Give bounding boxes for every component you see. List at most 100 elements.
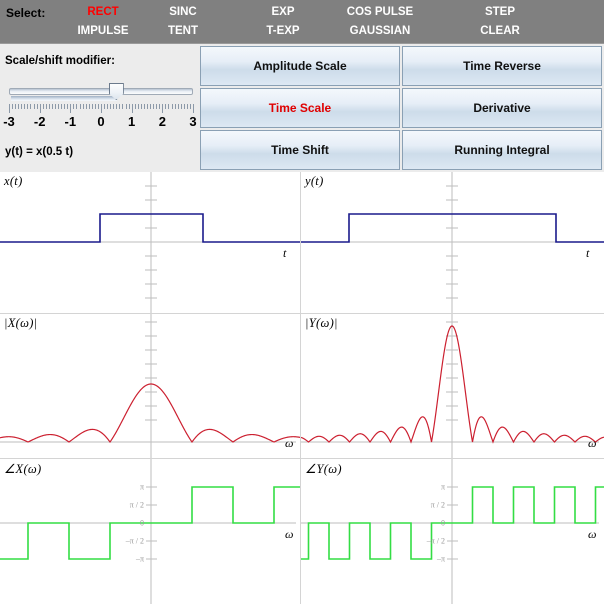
- slider-tick: [137, 104, 139, 109]
- plot-label-x-mag: |X(ω)|: [4, 316, 38, 330]
- scale-shift-panel: Scale/shift modifier: -3 -2 -1 0 1 2 3 y(t) = …: [0, 44, 200, 172]
- slider-track[interactable]: [9, 88, 193, 101]
- slider-tick: [159, 104, 161, 109]
- plot-label-x-t: x(t): [4, 174, 23, 188]
- slider-tick: [48, 104, 50, 109]
- plot-area: x(t) t y(t) t |X(ω)| ω |Y(ω)| ω ∠X(ω) ω …: [0, 172, 604, 604]
- menu-column-4: STEP CLEAR: [450, 3, 550, 41]
- plot-x-phase[interactable]: ∠X(ω) ω π π / 2 0 –π / 2 –π: [0, 459, 301, 604]
- axis-label-omega-yphase: ω: [588, 527, 597, 541]
- slider-tick: [9, 104, 10, 113]
- slider-label-2: 2: [158, 114, 166, 129]
- slider-tick: [186, 104, 188, 109]
- phase-tick-label: –π: [436, 554, 445, 564]
- slider-tick: [168, 104, 170, 109]
- menu-item-t-exp[interactable]: T-EXP: [233, 22, 333, 41]
- slider-tick: [104, 104, 106, 109]
- slider-tick: [42, 104, 44, 109]
- op-button-time-scale[interactable]: Time Scale: [200, 88, 400, 128]
- op-button-amplitude-scale[interactable]: Amplitude Scale: [200, 46, 400, 86]
- op-button-time-reverse[interactable]: Time Reverse: [402, 46, 602, 86]
- slider-tick: [156, 104, 158, 109]
- plot-label-y-t: y(t): [305, 174, 324, 188]
- slider-tick: [174, 104, 176, 109]
- phase-tick-label: –π: [135, 554, 144, 564]
- control-strip: Scale/shift modifier: -3 -2 -1 0 1 2 3 y(t) = …: [0, 44, 604, 172]
- menu-column-1: SINC TENT: [133, 3, 233, 41]
- axis-label-omega-xmag: ω: [285, 436, 294, 450]
- axis-label-t-left: t: [283, 246, 287, 260]
- phase-tick-label: π: [139, 482, 144, 492]
- slider-tick-labels: -3 -2 -1 0 1 2 3: [0, 114, 200, 134]
- slider-tick-marks: [9, 104, 194, 113]
- menu-item-gaussian[interactable]: GAUSSIAN: [330, 22, 430, 41]
- menu-item-clear[interactable]: CLEAR: [450, 22, 550, 41]
- phase-tick-label: –π / 2: [426, 536, 445, 546]
- plot-svg-y-phase: [301, 459, 604, 604]
- slider-tick: [18, 104, 20, 109]
- slider-tick: [165, 104, 167, 109]
- slider-label-neg3: -3: [3, 114, 15, 129]
- slider-tick: [131, 104, 133, 113]
- phase-tick-label: –π / 2: [125, 536, 144, 546]
- phase-tick-label: π: [440, 482, 445, 492]
- axis-label-omega-ymag: ω: [588, 436, 597, 450]
- slider-tick: [180, 104, 182, 109]
- slider-tick: [33, 104, 35, 109]
- signal-select-menubar: Select: RECT IMPULSE SINC TENT EXP T-EXP COS P…: [0, 0, 604, 44]
- op-button-running-integral[interactable]: Running Integral: [402, 130, 602, 170]
- plot-label-y-phase: ∠Y(ω): [305, 462, 342, 476]
- menu-item-cos-pulse[interactable]: COS PULSE: [330, 3, 430, 22]
- scale-shift-slider[interactable]: [9, 82, 193, 101]
- phase-tick-label: π / 2: [430, 500, 445, 510]
- plot-y-time[interactable]: y(t) t: [301, 172, 604, 313]
- slider-tick: [116, 104, 118, 109]
- slider-tick: [76, 104, 78, 109]
- phase-tick-label: π / 2: [129, 500, 144, 510]
- slider-tick: [67, 104, 69, 109]
- plot-svg-x-phase: [0, 459, 300, 604]
- slider-tick: [150, 104, 152, 109]
- menu-item-sinc[interactable]: SINC: [133, 3, 233, 22]
- slider-tick: [162, 104, 164, 113]
- slider-tick: [140, 104, 142, 109]
- plot-x-time[interactable]: x(t) t: [0, 172, 301, 313]
- slider-tick: [73, 104, 75, 109]
- op-button-time-shift[interactable]: Time Shift: [200, 130, 400, 170]
- menu-item-step[interactable]: STEP: [450, 3, 550, 22]
- select-label: Select:: [6, 6, 46, 20]
- slider-tick: [177, 104, 179, 109]
- slider-tick: [12, 104, 14, 109]
- slider-label-0: 0: [97, 114, 105, 129]
- menu-column-3: COS PULSE GAUSSIAN: [330, 3, 430, 41]
- plot-x-magnitude[interactable]: |X(ω)| ω: [0, 314, 301, 458]
- slider-tick: [171, 104, 173, 109]
- slider-tick: [183, 104, 185, 109]
- plot-y-phase[interactable]: ∠Y(ω) ω π π / 2 0 –π / 2 –π: [301, 459, 604, 604]
- slider-tick: [82, 104, 84, 109]
- slider-tick: [24, 104, 26, 109]
- slider-tick: [21, 104, 23, 109]
- slider-title: Scale/shift modifier:: [5, 55, 115, 67]
- plot-y-magnitude[interactable]: |Y(ω)| ω: [301, 314, 604, 458]
- menu-item-exp[interactable]: EXP: [233, 3, 333, 22]
- slider-tick: [143, 104, 145, 109]
- plot-label-x-phase: ∠X(ω): [4, 462, 42, 476]
- slider-tick: [30, 104, 32, 109]
- slider-tick: [110, 104, 112, 109]
- plot-svg-x-time: [0, 172, 300, 313]
- slider-label-3: 3: [189, 114, 197, 129]
- axis-label-omega-xphase: ω: [285, 527, 294, 541]
- menu-item-tent[interactable]: TENT: [133, 22, 233, 41]
- slider-tick: [88, 104, 90, 109]
- transform-formula: y(t) = x(0.5 t): [5, 146, 74, 158]
- op-button-derivative[interactable]: Derivative: [402, 88, 602, 128]
- plot-svg-x-mag: [0, 314, 300, 458]
- slider-track-fill: [11, 96, 118, 101]
- signal-transform-app: Select: RECT IMPULSE SINC TENT EXP T-EXP COS P…: [0, 0, 604, 604]
- slider-label-neg2: -2: [33, 114, 46, 129]
- slider-tick: [36, 104, 38, 109]
- slider-tick: [125, 104, 127, 109]
- slider-tick: [55, 104, 56, 109]
- slider-tick: [147, 104, 148, 109]
